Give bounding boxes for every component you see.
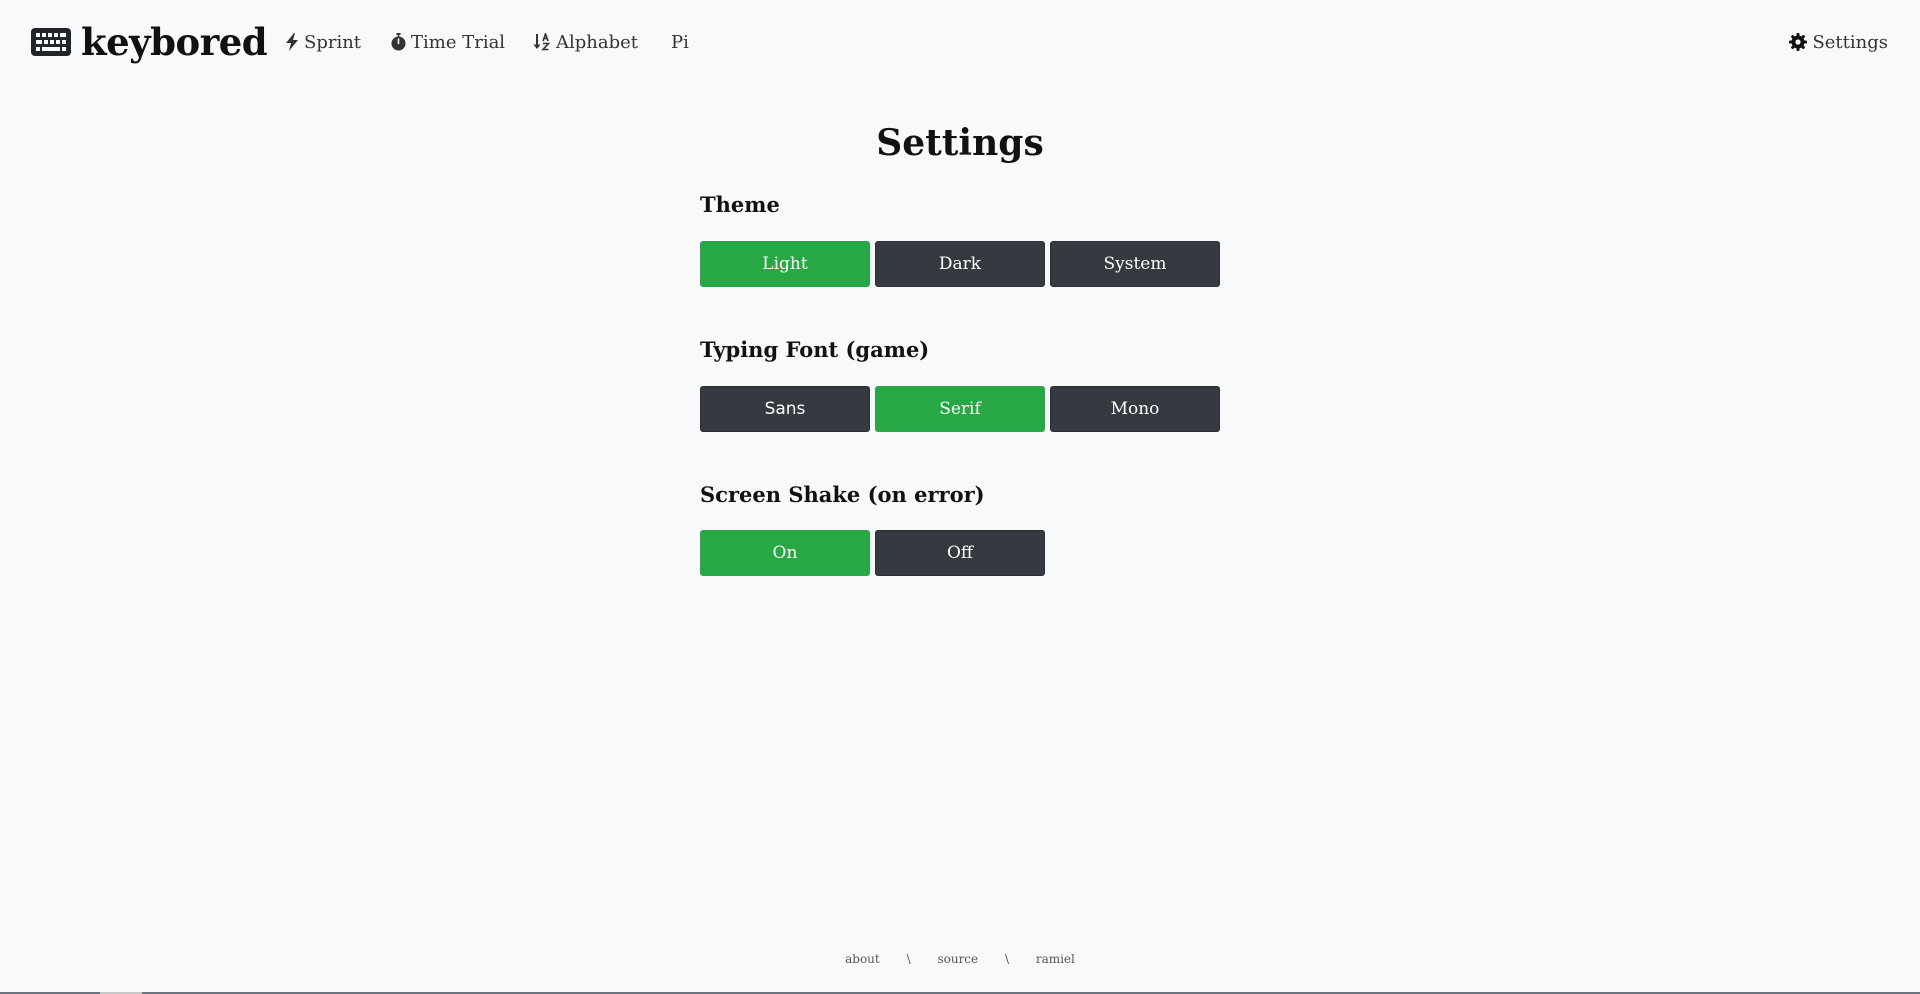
stopwatch-icon [391, 33, 406, 51]
footer-link-source[interactable]: source [937, 952, 978, 966]
nav-link-label: Alphabet [556, 31, 639, 53]
nav-link-label: Time Trial [411, 31, 506, 53]
footer-separator: \ [906, 952, 911, 966]
theme-dark-button[interactable]: Dark [875, 241, 1045, 287]
keyboard-icon [31, 28, 71, 56]
footer-separator: \ [1004, 952, 1009, 966]
font-section-title: Typing Font (game) [700, 337, 930, 362]
font-sans-button[interactable]: Sans [700, 386, 870, 432]
footer-link-ramiel[interactable]: ramiel [1036, 952, 1075, 966]
brand-link[interactable]: keybored [31, 18, 268, 66]
theme-system-button[interactable]: System [1050, 241, 1220, 287]
footer: about \ source \ ramiel [0, 952, 1920, 966]
shake-off-button[interactable]: Off [875, 530, 1045, 576]
font-serif-button[interactable]: Serif [875, 386, 1045, 432]
page-title: Settings [876, 122, 1044, 164]
shake-section-title: Screen Shake (on error) [700, 482, 985, 507]
nav-link-time-trial[interactable]: Time Trial [391, 28, 505, 56]
footer-link-about[interactable]: about [845, 952, 880, 966]
gear-icon [1789, 33, 1808, 51]
nav-link-settings[interactable]: Settings [1789, 28, 1888, 56]
sort-alpha-down-icon [533, 33, 551, 51]
font-mono-button[interactable]: Mono [1050, 386, 1220, 432]
theme-light-button[interactable]: Light [700, 241, 870, 287]
nav-link-label: Sprint [304, 31, 362, 53]
nav-link-alphabet[interactable]: Alphabet [533, 28, 638, 56]
shake-on-button[interactable]: On [700, 530, 870, 576]
nav-link-label: Settings [1812, 31, 1888, 53]
nav-link-pi[interactable]: Pi [671, 28, 689, 56]
nav-link-sprint[interactable]: Sprint [285, 28, 361, 56]
brand-name: keybored [81, 20, 268, 64]
theme-section-title: Theme [700, 192, 780, 217]
nav-link-label: Pi [671, 31, 689, 53]
navbar: keybored Sprint Time Trial Alphabet Pi S… [0, 0, 1920, 84]
bolt-icon [286, 33, 298, 51]
